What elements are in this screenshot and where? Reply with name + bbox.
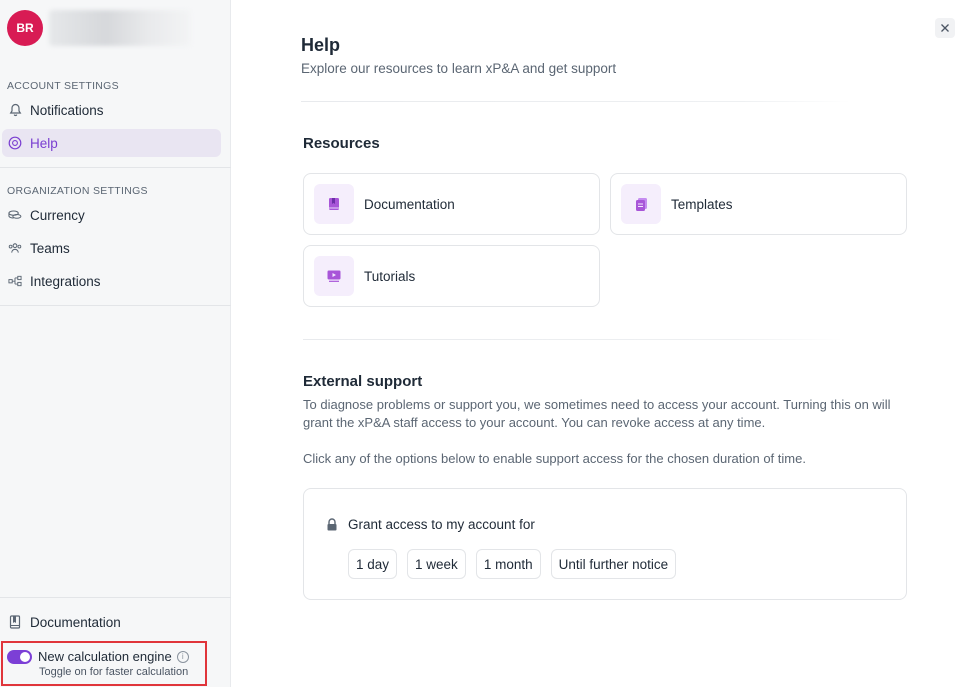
calculation-engine-toggle[interactable]: [7, 649, 32, 664]
page-subtitle: Explore our resources to learn xP&A and …: [301, 61, 617, 76]
support-instructions: Click any of the options below to enable…: [303, 451, 806, 466]
grant-access-label: Grant access to my account for: [348, 517, 535, 532]
redacted-user-name: [49, 10, 191, 46]
close-button[interactable]: [935, 18, 955, 38]
sidebar-item-label: Notifications: [30, 102, 104, 118]
info-icon[interactable]: i: [176, 650, 189, 663]
sidebar-item-label: Integrations: [30, 273, 101, 289]
sidebar-item-integrations[interactable]: Integrations: [2, 267, 221, 295]
resource-card-templates[interactable]: Templates: [610, 173, 907, 235]
sidebar-item-help[interactable]: Help: [2, 129, 221, 157]
sidebar-item-currency[interactable]: Currency: [2, 201, 221, 229]
settings-sidebar: BR ACCOUNT SETTINGS Notifications Help O…: [0, 0, 231, 687]
duration-until-further-notice-button[interactable]: Until further notice: [550, 549, 677, 579]
sidebar-documentation-link[interactable]: Documentation: [2, 608, 221, 636]
book-icon: [8, 615, 22, 629]
sidebar-item-label: Help: [30, 135, 58, 151]
lock-icon: [326, 518, 338, 531]
calculation-engine-setting: New calculation engine i Toggle on for f…: [1, 641, 207, 686]
grant-access-panel: Grant access to my account for 1 day 1 w…: [303, 488, 907, 600]
profile-header[interactable]: BR: [7, 10, 191, 46]
external-support-heading: External support: [303, 373, 423, 390]
bell-icon: [8, 103, 22, 117]
account-settings-heading: ACCOUNT SETTINGS: [7, 80, 119, 92]
avatar[interactable]: BR: [7, 10, 43, 46]
support-description: To diagnose problems or support you, we …: [303, 397, 891, 430]
resource-card-label: Templates: [671, 196, 733, 212]
duration-1-week-button[interactable]: 1 week: [407, 549, 466, 579]
calculation-engine-hint: Toggle on for faster calculation: [39, 666, 189, 678]
file-stack-icon: [621, 184, 661, 224]
sidebar-item-label: Teams: [30, 240, 70, 256]
section-divider: [301, 101, 851, 102]
resource-card-documentation[interactable]: Documentation: [303, 173, 600, 235]
coins-icon: [8, 208, 22, 222]
integrations-icon: [8, 274, 22, 288]
help-circle-icon: [8, 136, 22, 150]
resource-card-tutorials[interactable]: Tutorials: [303, 245, 600, 307]
video-icon: [314, 256, 354, 296]
sidebar-divider: [0, 305, 231, 306]
sidebar-divider: [0, 167, 231, 168]
duration-1-month-button[interactable]: 1 month: [475, 549, 541, 579]
sidebar-divider: [0, 597, 231, 598]
resource-card-label: Documentation: [364, 196, 455, 212]
calculation-engine-label: New calculation engine: [38, 649, 172, 664]
book-icon: [314, 184, 354, 224]
page-title: Help: [301, 35, 341, 55]
team-icon: [8, 241, 22, 255]
section-divider: [303, 339, 843, 340]
organization-settings-heading: ORGANIZATION SETTINGS: [7, 185, 148, 197]
close-icon: [941, 24, 949, 32]
sidebar-item-label: Documentation: [30, 614, 121, 630]
sidebar-item-notifications[interactable]: Notifications: [2, 96, 221, 124]
duration-1-day-button[interactable]: 1 day: [348, 549, 398, 579]
resources-heading: Resources: [303, 135, 380, 152]
sidebar-item-label: Currency: [30, 207, 85, 223]
resource-card-label: Tutorials: [364, 268, 416, 284]
duration-options: 1 day 1 week 1 month Until further notic…: [348, 549, 677, 579]
sidebar-item-teams[interactable]: Teams: [2, 234, 221, 262]
